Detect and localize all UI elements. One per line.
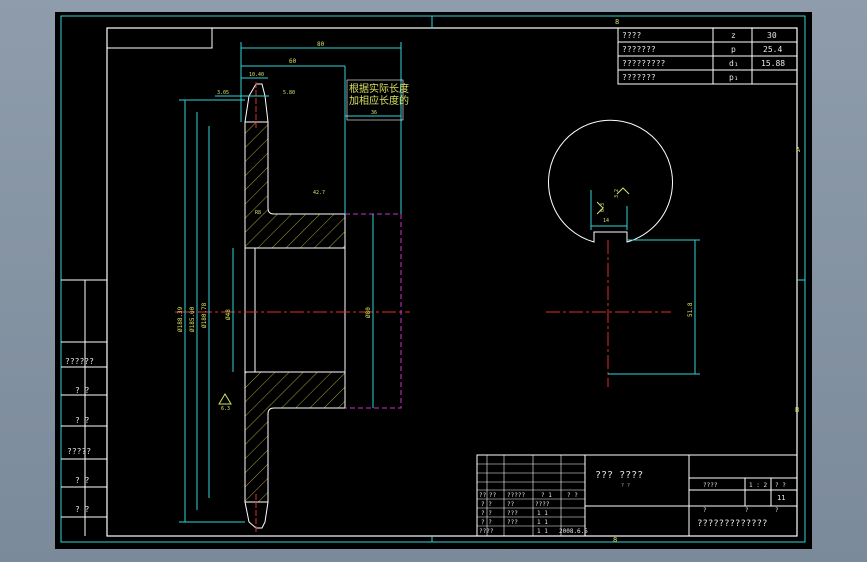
note-line1: 根据实际长度: [349, 82, 409, 95]
dim-dia1: Ø188.39: [177, 306, 184, 332]
key-width: 14: [603, 218, 609, 224]
dim-top1: 80: [317, 41, 325, 48]
dim-small1: 10.40: [249, 72, 264, 78]
param-val-0: 30: [767, 31, 777, 40]
tb-bottom-1: ?: [745, 507, 749, 514]
corner-box: [107, 28, 213, 49]
param-val-1: 25.4: [763, 45, 782, 54]
dim-small3: 5.80: [283, 90, 295, 96]
tb-row-1-c: 1 1: [537, 510, 548, 517]
tb-mid-hdr-1: ??: [489, 492, 497, 499]
sprocket-section: 根据实际长度 加相应长度的 80 60 10.40 3.05 5.80 36 4…: [175, 41, 410, 532]
dim-dia2: Ø185.00: [189, 306, 196, 332]
tb-row-1-a: ? ?: [481, 510, 492, 517]
cad-drawing: 8 A B 8 ?????? ? ? ? ? ????? ? ? ? ? ???…: [60, 15, 806, 544]
note-line2: 加相应长度的: [349, 94, 409, 107]
tb-scale-val: 11: [777, 494, 785, 502]
side-label-1: ? ?: [75, 386, 90, 395]
tb-scale-hdr-2: ? ?: [775, 482, 786, 489]
tb-row-3-c: 1 1: [537, 528, 548, 535]
side-label-5: ? ?: [75, 505, 90, 514]
tb-sub: ? ?: [621, 483, 630, 489]
hub-end-view: 14 51.8 6.3 3.2: [546, 119, 700, 387]
tb-row-2-a: ? ?: [481, 519, 492, 526]
tb-mid-hdr-4: ? ?: [567, 492, 578, 499]
param-name-1: ???????: [622, 45, 656, 54]
tb-row-0-a: ? ?: [481, 501, 492, 508]
param-val-2: 15.88: [761, 59, 785, 68]
param-name-3: ???????: [622, 73, 656, 82]
param-sym-2: d₁: [729, 59, 739, 68]
param-name-2: ?????????: [622, 59, 666, 68]
inner-border: [106, 27, 798, 537]
param-sym-1: p: [731, 45, 736, 54]
dim-small2: 3.05: [217, 90, 229, 96]
side-label-2: ? ?: [75, 416, 90, 425]
title-block: ?? ?? ????? ? 1 ? ? ? ? ?? ???? ? ? ??? …: [476, 454, 798, 537]
dim-fillet: R8: [255, 210, 261, 216]
tb-bottom-0: ?: [703, 507, 707, 514]
zone-label-b: B: [795, 406, 799, 414]
side-label-column: ?????? ? ? ? ? ????? ? ? ? ?: [61, 279, 107, 536]
tb-bottom-2: ?: [775, 507, 779, 514]
dim-hub: Ø80: [365, 307, 372, 318]
tb-row-2-b: ???: [507, 519, 518, 526]
dim-top2: 60: [289, 58, 297, 65]
tb-row-3-a: ????: [479, 528, 494, 535]
tb-row-2-c: 1 1: [537, 519, 548, 526]
side-label-0: ??????: [65, 357, 94, 366]
tb-mid-hdr-0: ??: [479, 492, 487, 499]
tb-row-0-c: ????: [535, 501, 550, 508]
param-name-0: ????: [622, 31, 641, 40]
key-rough: 6.3: [600, 203, 606, 212]
param-sym-0: z: [731, 31, 736, 40]
zone-label-bottom: 8: [613, 536, 617, 544]
key-rough2: 3.2: [614, 189, 620, 198]
dim-len: 42.7: [313, 190, 325, 196]
rough-value: 6.3: [221, 406, 230, 412]
dim-right-note: 36: [371, 110, 377, 116]
tb-mid-hdr-3: ? 1: [541, 492, 552, 499]
dim-dia3: Ø180.78: [201, 302, 208, 328]
tb-org: ?????????????: [697, 519, 767, 529]
drawing-sheet: 8 A B 8 ?????? ? ? ? ? ????? ? ? ? ? ???…: [55, 12, 812, 549]
tb-row-0-b: ??: [507, 501, 515, 508]
side-label-4: ? ?: [75, 476, 90, 485]
tb-scale-hdr-1: 1 : 2: [749, 482, 767, 489]
tb-mid-hdr-2: ?????: [507, 492, 525, 499]
zone-label-a: A: [796, 146, 801, 154]
tb-main-title: ??? ????: [595, 470, 643, 481]
dim-bore: Ø48: [225, 309, 232, 320]
tb-date: 2008.6.5: [559, 528, 588, 535]
zone-label-top: 8: [615, 18, 619, 26]
outer-border: [60, 15, 806, 543]
tb-scale-hdr-0: ????: [703, 482, 718, 489]
side-label-3: ?????: [67, 447, 91, 456]
tb-row-1-b: ???: [507, 510, 518, 517]
param-sym-3: p₁: [729, 73, 739, 82]
key-depth: 51.8: [687, 302, 694, 317]
parameter-table: ???? ??????? ????????? ??????? z p d₁ p₁…: [617, 27, 798, 85]
